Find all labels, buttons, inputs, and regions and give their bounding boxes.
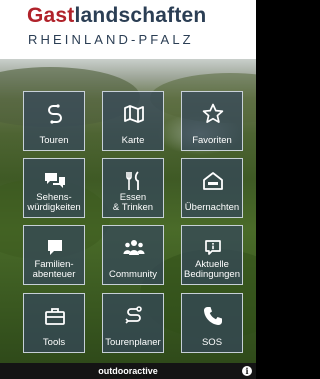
tile-uebernachten[interactable]: Übernachten [181,158,243,218]
map-icon [124,105,144,123]
speech-bubbles-icon [45,173,65,188]
app-header: Gastlandschaften RHEINLAND-PFALZ [0,0,256,59]
tile-label: SOS [201,337,223,348]
people-group-icon [123,240,145,255]
tile-label: Aktuelle Bedingungen [184,259,240,280]
tile-label: Karte [121,135,145,146]
tile-familienabenteuer[interactable]: Familien- abenteuer [23,225,85,285]
star-icon [202,103,224,123]
lodging-icon [203,172,223,190]
tile-label: Community [108,269,158,280]
tile-sos[interactable]: SOS [181,293,243,353]
brand-title-part2: landschaften [74,4,207,27]
tile-label: Sehens- würdigkeiten [27,192,81,213]
tile-community[interactable]: Community [102,225,164,285]
tile-karte[interactable]: Karte [102,91,164,151]
route-s-icon [48,104,62,124]
fork-knife-icon [126,171,139,190]
footer-bar: outdooractive i [0,363,256,379]
tile-aktuelle-bedingungen[interactable]: Aktuelle Bedingungen [181,225,243,285]
tile-label: Übernachten [184,202,240,213]
tile-label: Familien- abenteuer [32,259,76,280]
tile-tools[interactable]: Tools [23,293,85,353]
chat-bubble-icon [48,240,62,255]
tile-label: Tools [42,337,66,348]
footer-outdooractive-link[interactable]: outdooractive [0,365,256,377]
brand-title-part1: Gast [27,4,75,27]
app-screen: Gastlandschaften RHEINLAND-PFALZ Touren … [0,0,256,379]
brand-logo: Gastlandschaften [27,3,206,29]
brand-subtitle: RHEINLAND-PFALZ [28,32,194,47]
tile-tourenplaner[interactable]: Tourenplaner [102,293,164,353]
route-planner-icon [125,306,142,324]
tile-label: Favoriten [192,135,232,146]
tile-label: Essen & Trinken [112,192,154,213]
tile-favoriten[interactable]: Favoriten [181,91,243,151]
tile-essen-trinken[interactable]: Essen & Trinken [102,158,164,218]
phone-icon [204,307,222,325]
info-icon[interactable]: i [242,366,252,376]
info-bubble-icon [205,240,221,255]
toolbox-icon [45,308,65,325]
tile-label: Touren [39,135,69,146]
tile-sehenswuerdigkeiten[interactable]: Sehens- würdigkeiten [23,158,85,218]
tile-touren[interactable]: Touren [23,91,85,151]
tile-label: Tourenplaner [105,337,161,348]
